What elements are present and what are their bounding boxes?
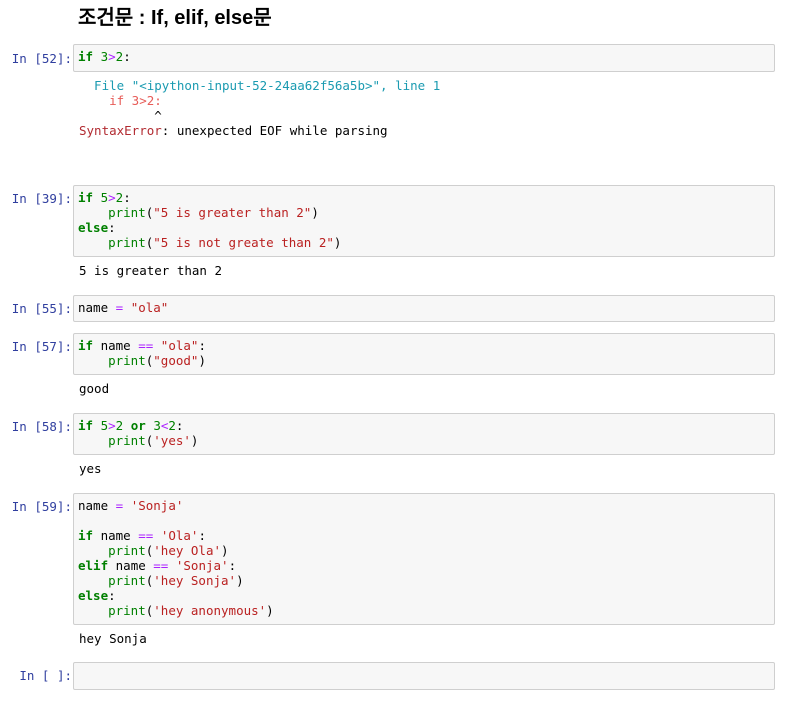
- print-call: print: [108, 433, 146, 448]
- cell-output: 5 is greater than 2: [79, 263, 222, 278]
- input-prompt: In [58]:: [11, 419, 72, 434]
- input-prompt: In [55]:: [11, 301, 72, 316]
- string: "ola": [153, 338, 199, 353]
- cell-output: good: [79, 381, 110, 396]
- number: 3: [100, 49, 109, 64]
- cell-output: yes: [79, 461, 102, 476]
- error-output: File "<ipython-input-52-24aa62f56a5b>", …: [79, 78, 440, 138]
- keyword-elif: elif: [78, 558, 109, 573]
- string: 'yes': [153, 433, 191, 448]
- notebook-heading: 조건문 : If, elif, else문: [78, 7, 272, 29]
- input-prompt: In [52]:: [11, 51, 72, 66]
- string: 'Sonja': [130, 498, 184, 513]
- colon: :: [198, 338, 206, 353]
- number: 2: [168, 418, 176, 433]
- print-call: print: [108, 205, 146, 220]
- string: 'Sonja': [175, 558, 229, 573]
- operator: >: [108, 190, 116, 205]
- tb-file-str: "<ipython-input-52-24aa62f56a5b>": [131, 78, 381, 93]
- variable: name: [115, 558, 146, 573]
- keyword-else: else: [78, 220, 109, 235]
- string: "ola": [130, 300, 169, 315]
- code-input[interactable]: if 5>2 or 3<2: print('yes'): [73, 413, 775, 455]
- error-message: : unexpected EOF while parsing: [161, 123, 388, 138]
- keyword-if: if: [78, 190, 94, 205]
- code-input[interactable]: if 3>2:: [73, 44, 775, 72]
- number: 5: [100, 190, 109, 205]
- operator: =: [108, 498, 131, 513]
- keyword-or: or: [130, 418, 146, 433]
- string: 'Ola': [160, 528, 199, 543]
- operator: >: [108, 49, 116, 64]
- print-call: print: [108, 543, 146, 558]
- input-prompt: In [57]:: [11, 339, 72, 354]
- colon: :: [123, 190, 131, 205]
- print-call: print: [108, 603, 146, 618]
- operator: =: [108, 300, 131, 315]
- number: 2: [115, 418, 124, 433]
- keyword-if: if: [78, 528, 94, 543]
- input-prompt: In [39]:: [11, 191, 72, 206]
- number: 3: [153, 418, 161, 433]
- code-input[interactable]: name = "ola": [73, 295, 775, 322]
- code-input[interactable]: if 5>2: print("5 is greater than 2") else…: [73, 185, 775, 257]
- tb-source-line: if 3>2:: [79, 93, 162, 108]
- colon: :: [123, 49, 131, 64]
- input-prompt: In [ ]:: [19, 668, 72, 683]
- code-input[interactable]: if name == "ola": print("good"): [73, 333, 775, 375]
- variable: name: [78, 300, 109, 315]
- keyword-if: if: [78, 338, 94, 353]
- variable: name: [100, 528, 131, 543]
- string: 'hey Ola': [153, 543, 222, 558]
- print-call: print: [108, 235, 146, 250]
- colon: :: [175, 418, 184, 433]
- string: "5 is greater than 2": [153, 205, 312, 220]
- operator: >: [108, 418, 116, 433]
- print-call: print: [108, 573, 146, 588]
- variable: name: [78, 498, 109, 513]
- keyword-else: else: [78, 588, 109, 603]
- print-call: print: [108, 353, 146, 368]
- cell-output: hey Sonja: [79, 631, 147, 646]
- string: "good": [153, 353, 199, 368]
- string: 'hey Sonja': [153, 573, 237, 588]
- operator: ==: [138, 338, 154, 353]
- string: "5 is not greate than 2": [153, 235, 334, 250]
- tb-file-label: File: [79, 78, 132, 93]
- keyword-if: if: [78, 418, 94, 433]
- string: 'hey anonymous': [153, 603, 267, 618]
- tb-caret: ^: [79, 108, 162, 123]
- tb-line-num: 1: [432, 78, 441, 93]
- input-prompt: In [59]:: [11, 499, 72, 514]
- operator: ==: [153, 558, 169, 573]
- code-input[interactable]: [73, 662, 775, 690]
- number: 5: [100, 418, 109, 433]
- tb-line-label: , line: [380, 78, 433, 93]
- error-name: SyntaxError: [79, 123, 162, 138]
- code-input[interactable]: name = 'Sonja' if name == 'Ola': print('h…: [73, 493, 775, 625]
- operator: ==: [138, 528, 154, 543]
- keyword-if: if: [78, 49, 94, 64]
- variable: name: [93, 338, 139, 353]
